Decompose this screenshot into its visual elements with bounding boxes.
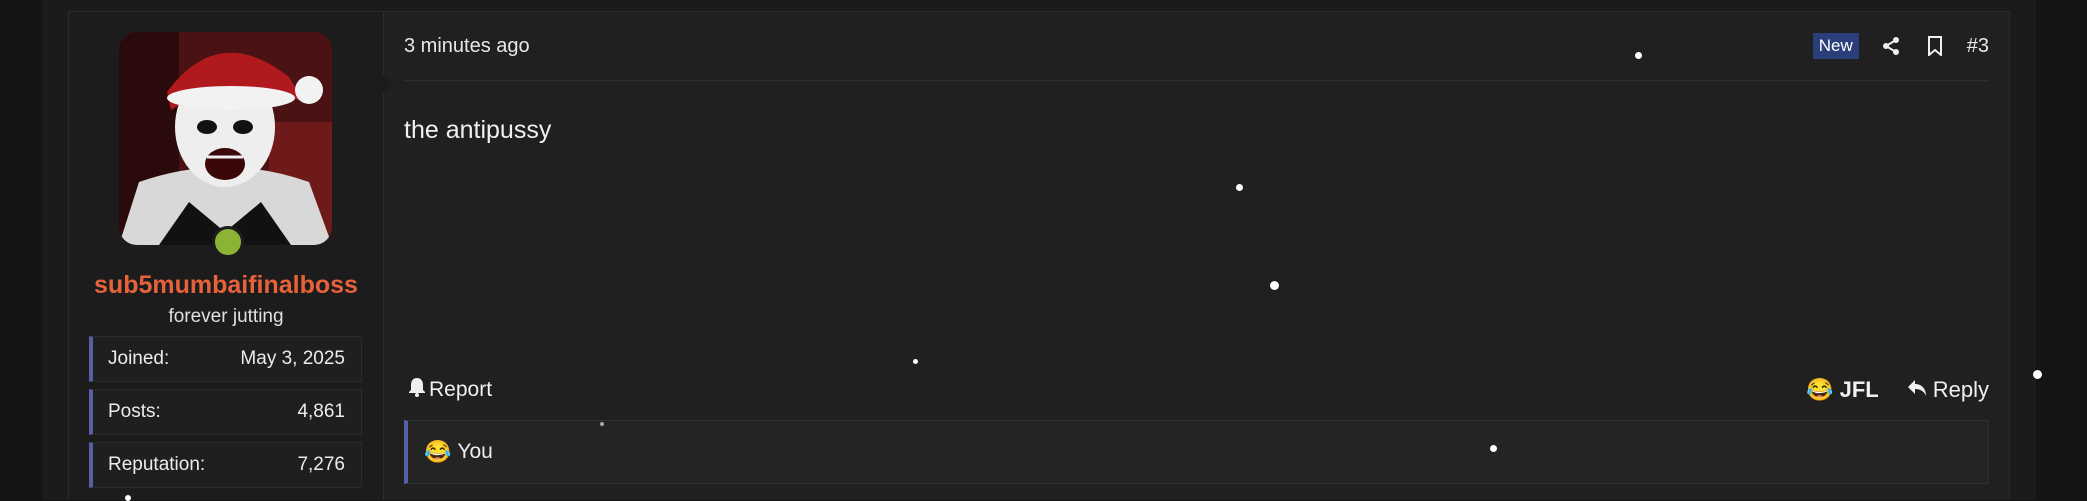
post-footer-actions: 😂 JFL Reply	[1806, 377, 1989, 403]
reactions-bar[interactable]: 😂 You	[404, 420, 1989, 484]
snowflake	[1635, 52, 1642, 59]
reply-button[interactable]: Reply	[1907, 377, 1989, 403]
laughing-emoji-icon: 😂	[424, 439, 452, 464]
page-shell: sub5mumbaifinalboss forever jutting Join…	[42, 0, 2036, 500]
avatar-image	[119, 32, 332, 245]
stat-joined: Joined: May 3, 2025	[89, 336, 362, 382]
stat-posts: Posts: 4,861	[89, 389, 362, 435]
post-footer: Report 😂 JFL Reply	[404, 370, 1989, 410]
react-label: JFL	[1839, 377, 1879, 402]
post-timestamp[interactable]: 3 minutes ago	[404, 35, 530, 58]
snowflake	[1236, 184, 1243, 191]
stat-value: May 3, 2025	[240, 348, 345, 369]
username[interactable]: sub5mumbaifinalboss	[69, 271, 383, 300]
stat-reputation: Reputation: 7,276	[89, 442, 362, 488]
stat-value: 7,276	[297, 454, 345, 475]
laughing-emoji-icon: 😂	[1806, 377, 1834, 402]
bookmark-icon[interactable]	[1923, 34, 1947, 58]
stat-value: 4,861	[297, 401, 345, 422]
post-body: the antipussy	[404, 116, 552, 144]
stat-label: Reputation:	[108, 454, 206, 475]
react-button[interactable]: 😂 JFL	[1806, 377, 1879, 403]
reply-arrow-icon	[1907, 377, 1927, 403]
post-header-actions: New #3	[1812, 33, 1989, 59]
user-title: forever jutting	[168, 306, 284, 327]
reply-label: Reply	[1932, 377, 1989, 402]
post-number[interactable]: #3	[1967, 35, 1989, 58]
stat-label: Joined:	[108, 348, 170, 369]
share-icon[interactable]	[1879, 34, 1903, 58]
snowflake	[2033, 370, 2042, 379]
snowflake	[600, 422, 604, 426]
online-indicator	[212, 226, 244, 258]
report-button[interactable]: Report	[408, 377, 492, 403]
stat-label: Posts:	[108, 401, 161, 422]
snowflake	[1490, 445, 1497, 452]
snowflake	[1270, 281, 1279, 290]
new-badge: New	[1812, 33, 1859, 59]
user-column: sub5mumbaifinalboss forever jutting Join…	[69, 12, 393, 500]
forum-post: sub5mumbaifinalboss forever jutting Join…	[68, 11, 2010, 500]
snowflake	[913, 359, 918, 364]
bell-icon	[408, 377, 426, 403]
post-main: 3 minutes ago New #3 the antipussy Repor…	[384, 12, 2009, 500]
avatar[interactable]	[119, 32, 332, 245]
snowflake	[125, 495, 131, 501]
report-label: Report	[429, 378, 493, 401]
post-header: 3 minutes ago New #3	[404, 12, 1989, 81]
reactions-text: You	[457, 440, 493, 463]
